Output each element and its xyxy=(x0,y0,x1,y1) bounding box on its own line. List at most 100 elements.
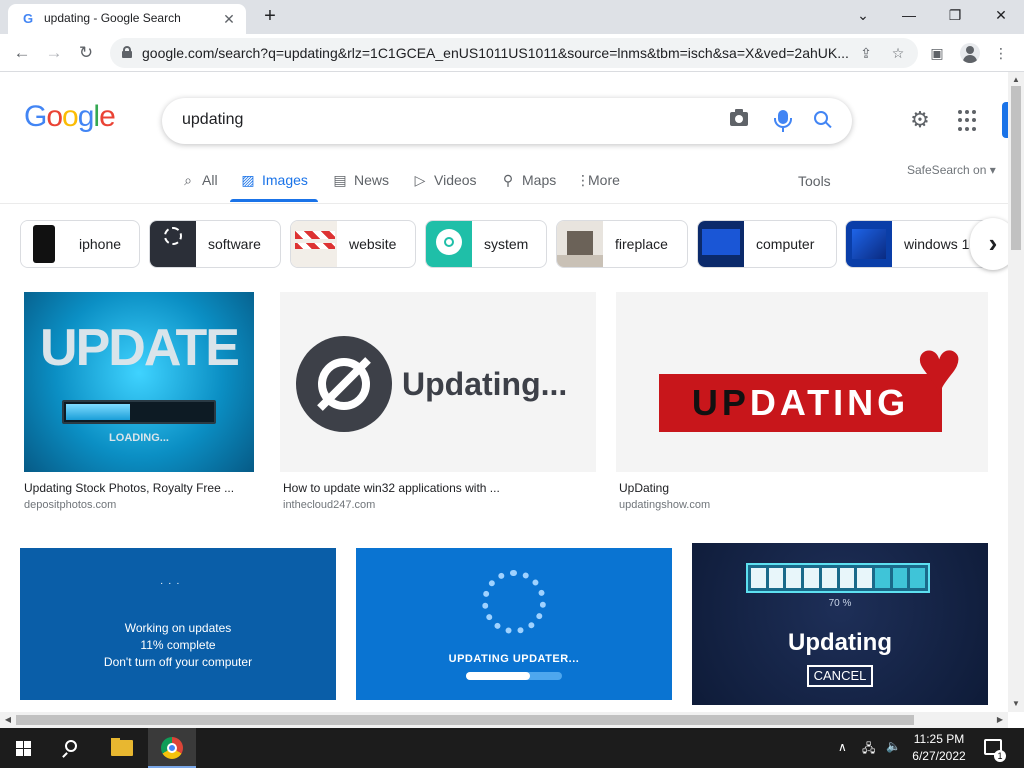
search-icon: ⌕ xyxy=(184,172,192,188)
browser-toolbar: ← → ↻ google.com/search?q=updating&rlz=1… xyxy=(0,34,1024,72)
gear-icon[interactable]: ⚙ xyxy=(908,108,932,132)
close-window-icon[interactable]: ✕ xyxy=(986,4,1016,26)
chip-iphone[interactable]: iphone xyxy=(20,220,140,268)
tab-news[interactable]: ▤ News xyxy=(332,172,389,202)
apps-grid-icon[interactable] xyxy=(958,110,980,132)
new-tab-button[interactable]: + xyxy=(258,6,282,28)
file-explorer-icon[interactable] xyxy=(98,728,146,768)
chip-computer[interactable]: computer xyxy=(697,220,837,268)
percent-label: 70 % xyxy=(828,598,852,609)
tab-title: updating - Google Search xyxy=(44,11,181,25)
image-text: UPDATING xyxy=(691,382,910,423)
url-text[interactable]: google.com/search?q=updating&rlz=1C1GCEA… xyxy=(142,45,852,61)
google-g-icon: G xyxy=(22,11,34,26)
vertical-scroll-thumb[interactable] xyxy=(1011,86,1021,250)
progress-fill xyxy=(66,404,130,420)
reload-icon[interactable]: ↻ xyxy=(74,41,98,65)
progress-fill xyxy=(466,672,530,680)
result-source[interactable]: updatingshow.com xyxy=(619,499,710,511)
chip-thumbnail xyxy=(846,221,892,267)
result-image-updating-updater[interactable]: UPDATING UPDATER... xyxy=(356,548,672,700)
tab-search-icon[interactable]: ⌄ xyxy=(848,4,878,26)
progress-blocks xyxy=(746,563,930,593)
side-panel-icon[interactable]: ▣ xyxy=(926,42,948,64)
pin-icon: ⚲ xyxy=(502,172,514,188)
progress-bar xyxy=(466,672,562,680)
chip-thumbnail xyxy=(426,221,472,267)
result-source[interactable]: depositphotos.com xyxy=(24,499,116,511)
news-icon: ▤ xyxy=(333,172,347,188)
clock-date[interactable]: 6/27/2022 xyxy=(906,749,972,763)
image-text: UPDATING UPDATER... xyxy=(448,653,580,665)
volume-icon[interactable]: 🔈 xyxy=(886,739,901,753)
tab-all[interactable]: ⌕ All xyxy=(180,172,217,202)
progress-bar xyxy=(62,400,216,424)
notification-badge: 1 xyxy=(994,750,1006,762)
maximize-icon[interactable]: ❐ xyxy=(940,4,970,26)
search-input[interactable]: updating xyxy=(182,111,243,129)
result-title[interactable]: Updating Stock Photos, Royalty Free ... xyxy=(24,481,234,495)
tab-videos[interactable]: ▷ Videos xyxy=(412,172,477,202)
result-image-update[interactable]: UPDATE LOADING... xyxy=(24,292,254,472)
result-image-updating-gear[interactable]: Updating... xyxy=(280,292,596,472)
google-logo[interactable]: Google xyxy=(24,100,116,134)
chip-fireplace[interactable]: fireplace xyxy=(556,220,688,268)
result-image-working-on-updates[interactable]: · · · Working on updates 11% complete Do… xyxy=(20,548,336,700)
result-source[interactable]: inthecloud247.com xyxy=(283,499,375,511)
back-icon[interactable]: ← xyxy=(10,41,34,65)
forward-icon[interactable]: → xyxy=(42,41,66,65)
chrome-taskbar-icon[interactable] xyxy=(148,728,196,768)
horizontal-scroll-thumb[interactable] xyxy=(16,715,914,725)
chip-thumbnail xyxy=(21,221,67,267)
scroll-down-icon[interactable]: ▼ xyxy=(1008,696,1024,712)
spinner-icon xyxy=(482,570,546,634)
clock-time[interactable]: 11:25 PM xyxy=(906,732,972,746)
image-icon: ▨ xyxy=(241,172,255,188)
share-icon[interactable]: ⇪ xyxy=(856,43,876,63)
microphone-stand xyxy=(774,118,792,128)
cancel-label: CANCEL xyxy=(807,665,873,687)
camera-icon[interactable] xyxy=(730,109,748,126)
result-title[interactable]: UpDating xyxy=(619,481,669,495)
network-icon[interactable]: 🖧 xyxy=(862,739,875,760)
menu-dots-icon[interactable]: ⋮ xyxy=(990,42,1012,64)
result-image-updating-heart[interactable]: UPDATING ♥ xyxy=(616,292,988,472)
result-image-updating-cancel[interactable]: 70 % Updating CANCEL xyxy=(692,543,988,705)
close-tab-icon[interactable]: ✕ xyxy=(220,10,238,28)
spinner-icon: · · · xyxy=(160,578,181,589)
vertical-scrollbar[interactable]: ▲ ▼ xyxy=(1008,72,1024,712)
chip-website[interactable]: website xyxy=(290,220,416,268)
scroll-left-icon[interactable]: ◀ xyxy=(0,712,16,728)
chip-thumbnail xyxy=(150,221,196,267)
image-text: Working on updates 11% complete Don't tu… xyxy=(103,621,253,669)
minimize-icon[interactable]: — xyxy=(894,4,924,26)
lock-icon[interactable] xyxy=(122,46,132,58)
address-bar[interactable]: google.com/search?q=updating&rlz=1C1GCEA… xyxy=(110,38,918,68)
tools-button[interactable]: Tools xyxy=(798,173,831,189)
bookmark-star-icon[interactable]: ☆ xyxy=(888,43,908,63)
result-title[interactable]: How to update win32 applications with ..… xyxy=(283,481,500,495)
search-box[interactable]: updating xyxy=(162,98,852,144)
chip-software[interactable]: software xyxy=(149,220,281,268)
windows-start-icon[interactable] xyxy=(0,728,48,768)
show-hidden-icons[interactable]: ∧ xyxy=(838,740,847,754)
horizontal-scrollbar[interactable]: ◀ ▶ xyxy=(0,712,1008,728)
safesearch-toggle[interactable]: SafeSearch on ▾ xyxy=(907,163,996,177)
chip-system[interactable]: system xyxy=(425,220,547,268)
more-vertical-icon: ⋮ xyxy=(576,172,590,188)
chip-thumbnail xyxy=(291,221,337,267)
tab-more[interactable]: ⋮More xyxy=(576,172,620,202)
browser-tab[interactable]: G updating - Google Search ✕ xyxy=(8,4,246,34)
heart-icon: ♥ xyxy=(916,323,963,411)
tab-maps[interactable]: ⚲ Maps xyxy=(500,172,556,202)
taskbar-search-icon[interactable] xyxy=(48,728,96,768)
windows-taskbar: ∧ 🖧 🔈 11:25 PM 6/27/2022 1 xyxy=(0,728,1024,768)
browser-titlebar: G updating - Google Search ✕ + ⌄ — ❐ ✕ xyxy=(0,0,1024,34)
search-tabs: ⌕ All ▨ Images ▤ News ▷ Videos ⚲ Maps ⋮More xyxy=(0,160,1008,204)
image-text: Updating xyxy=(788,629,892,656)
wrench-gear-icon xyxy=(296,336,392,432)
profile-avatar[interactable] xyxy=(960,43,980,63)
scroll-right-icon[interactable]: ▶ xyxy=(992,712,1008,728)
tab-images[interactable]: ▨ Images xyxy=(230,172,318,202)
caret-down-icon: ▾ xyxy=(989,163,996,177)
